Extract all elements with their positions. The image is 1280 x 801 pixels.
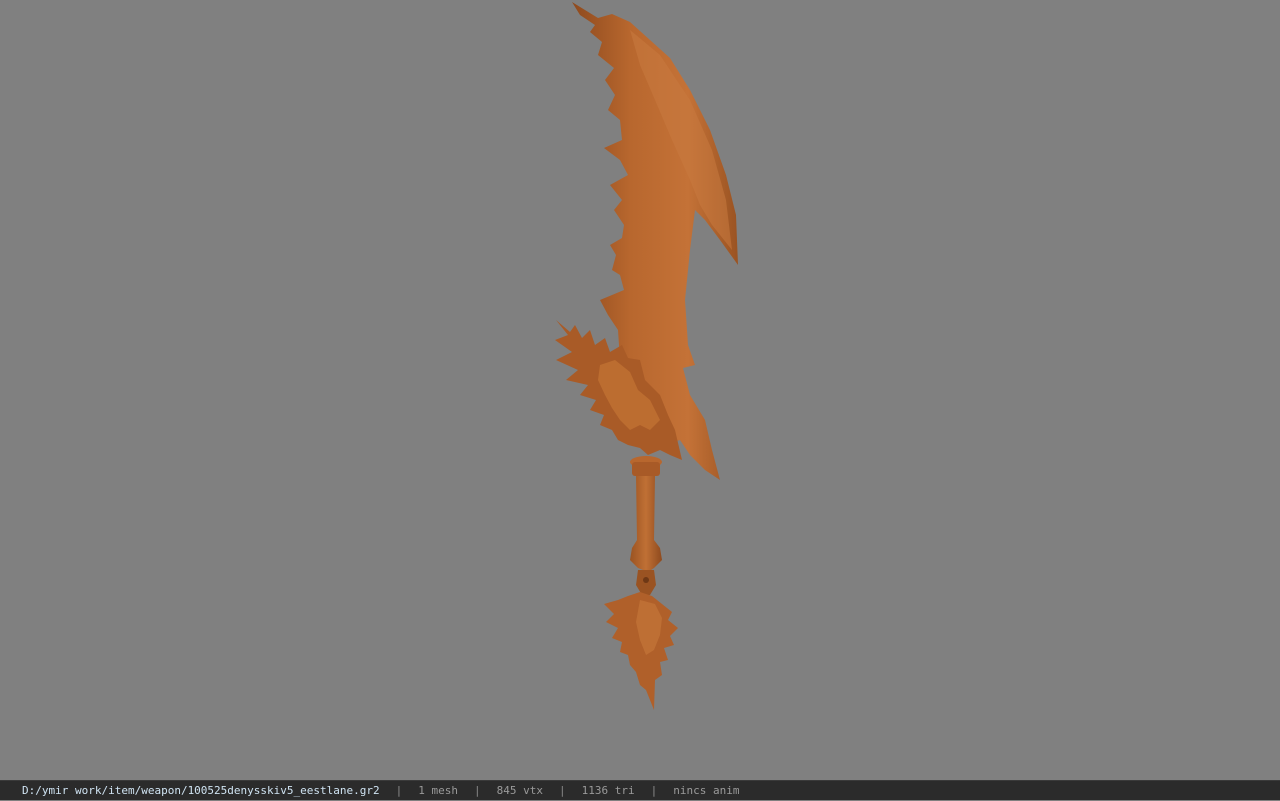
- separator: |: [395, 783, 403, 797]
- 3d-viewport[interactable]: [0, 0, 1280, 780]
- status-bar: D:/ymir work/item/weapon/100525denysskiv…: [0, 780, 1280, 800]
- separator: |: [650, 783, 658, 797]
- file-path: D:/ymir work/item/weapon/100525denysskiv…: [22, 783, 380, 797]
- mesh-count: 1 mesh: [418, 783, 458, 797]
- weapon-model[interactable]: [0, 0, 1280, 780]
- vertex-count: 845 vtx: [496, 783, 543, 797]
- guard-collar: [632, 462, 660, 476]
- handle: [630, 476, 662, 572]
- pommel-hole: [643, 577, 649, 583]
- triangle-count: 1136 tri: [581, 783, 635, 797]
- separator: |: [474, 783, 481, 797]
- separator: |: [558, 783, 566, 797]
- animation-status: nincs anim: [673, 783, 740, 797]
